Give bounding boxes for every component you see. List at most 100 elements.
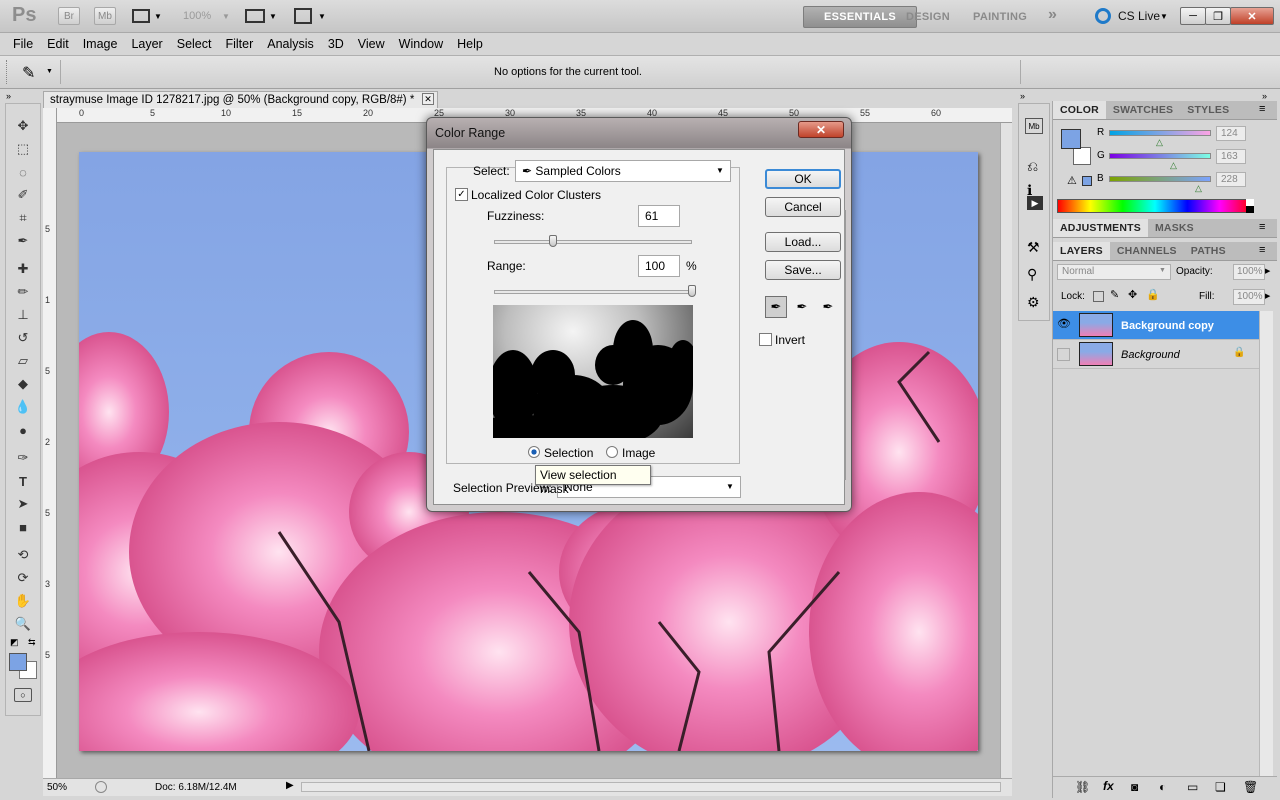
blur-tool-icon[interactable]: 💧: [11, 397, 35, 417]
new-layer-icon[interactable]: ❏: [1215, 780, 1226, 794]
eyedropper-tool-icon[interactable]: ✒: [11, 231, 35, 251]
horizontal-scrollbar[interactable]: [301, 782, 1001, 792]
status-info-icon[interactable]: [95, 781, 107, 793]
selection-radio-label[interactable]: Selection: [544, 446, 593, 460]
link-layers-icon[interactable]: ⛓: [1075, 780, 1090, 794]
opacity-field[interactable]: 100%: [1233, 264, 1265, 280]
chevron-down-icon[interactable]: ▼: [222, 12, 230, 21]
fill-field[interactable]: 100%: [1233, 289, 1265, 305]
red-slider[interactable]: [1109, 130, 1211, 136]
close-window-button[interactable]: ✕: [1230, 7, 1274, 25]
mini-bridge-button[interactable]: Mb: [94, 7, 116, 25]
path-selection-tool-icon[interactable]: ➤: [11, 494, 35, 514]
range-slider-thumb[interactable]: [688, 285, 696, 297]
menu-select[interactable]: Select: [170, 37, 219, 51]
tab-color[interactable]: COLOR: [1053, 101, 1106, 119]
adjustment-layer-icon[interactable]: ◐: [1159, 780, 1166, 794]
selection-preview-image[interactable]: [493, 305, 693, 438]
healing-brush-tool-icon[interactable]: ✚: [11, 259, 35, 279]
panel-menu-icon[interactable]: ≡: [1259, 103, 1265, 115]
select-dropdown[interactable]: ✒ Sampled Colors ▼: [515, 160, 731, 182]
dodge-tool-icon[interactable]: ●: [11, 420, 35, 440]
range-input[interactable]: 100: [638, 255, 680, 277]
visibility-box[interactable]: [1057, 348, 1070, 361]
layer-name[interactable]: Background copy: [1121, 320, 1214, 332]
fill-arrow-icon[interactable]: ▶: [1265, 292, 1270, 300]
history-brush-tool-icon[interactable]: ↺: [11, 328, 35, 348]
add-mask-icon[interactable]: ◙: [1131, 780, 1138, 794]
tab-channels[interactable]: CHANNELS: [1110, 242, 1184, 260]
foreground-color-swatch[interactable]: [9, 653, 27, 671]
tab-layers[interactable]: LAYERS: [1053, 242, 1110, 260]
clone-source-icon[interactable]: ⚲: [1027, 266, 1037, 283]
green-slider[interactable]: [1109, 153, 1211, 159]
opacity-arrow-icon[interactable]: ▶: [1265, 267, 1270, 275]
clone-stamp-tool-icon[interactable]: ⊥: [11, 305, 35, 325]
chevron-down-icon[interactable]: ▼: [154, 12, 162, 21]
status-menu-arrow-icon[interactable]: ▶: [286, 780, 294, 791]
eraser-tool-icon[interactable]: ▱: [11, 351, 35, 371]
minimize-button[interactable]: ─: [1180, 7, 1206, 25]
blend-mode-select[interactable]: Normal: [1057, 264, 1171, 280]
cancel-button[interactable]: Cancel: [765, 197, 841, 217]
close-document-icon[interactable]: ✕: [422, 93, 434, 105]
visibility-eye-icon[interactable]: 👁: [1057, 317, 1071, 330]
tab-swatches[interactable]: SWATCHES: [1106, 101, 1180, 119]
tab-paths[interactable]: PATHS: [1184, 242, 1233, 260]
chevron-down-icon[interactable]: ▼: [269, 12, 277, 21]
vertical-ruler[interactable]: 5 1 5 2 5 3 5: [43, 108, 57, 778]
eyedropper-tool-preset-icon[interactable]: ✎: [22, 63, 35, 83]
gamut-warning-icon[interactable]: ⚠: [1067, 174, 1077, 187]
add-to-sample-eyedropper-icon[interactable]: ✒: [791, 296, 813, 318]
chevron-down-icon[interactable]: ▼: [1160, 12, 1168, 21]
menu-window[interactable]: Window: [392, 37, 450, 51]
slider-thumb-icon[interactable]: △: [1156, 137, 1163, 148]
delete-layer-icon[interactable]: 🗑: [1243, 780, 1258, 794]
menu-image[interactable]: Image: [76, 37, 125, 51]
chevron-down-icon[interactable]: ▼: [1159, 267, 1166, 274]
menu-layer[interactable]: Layer: [124, 37, 169, 51]
mini-bridge-icon[interactable]: Mb: [1025, 118, 1043, 134]
ok-button[interactable]: OK: [765, 169, 841, 189]
pen-tool-icon[interactable]: ✑: [11, 448, 35, 468]
subtract-from-sample-eyedropper-icon[interactable]: ✒: [817, 296, 839, 318]
selection-radio[interactable]: [528, 446, 540, 458]
rectangle-tool-icon[interactable]: ■: [11, 517, 35, 537]
brush-presets-icon[interactable]: ⚒: [1027, 239, 1040, 256]
menu-3d[interactable]: 3D: [321, 37, 351, 51]
brush-tool-icon[interactable]: ✏: [11, 282, 35, 302]
menu-help[interactable]: Help: [450, 37, 490, 51]
workspace-design[interactable]: DESIGN: [898, 6, 958, 28]
color-ramp[interactable]: [1057, 199, 1253, 213]
bridge-button[interactable]: Br: [58, 7, 80, 25]
options-grip[interactable]: [6, 60, 9, 84]
dock-expand-icon[interactable]: »: [1020, 91, 1025, 101]
image-radio-label[interactable]: Image: [622, 446, 655, 460]
background-color-swatch[interactable]: [1073, 147, 1091, 165]
move-tool-icon[interactable]: ✥: [11, 116, 35, 136]
layer-style-icon[interactable]: fx: [1103, 779, 1114, 793]
load-button[interactable]: Load...: [765, 232, 841, 252]
lock-transparency-icon[interactable]: [1093, 291, 1104, 302]
vertical-scrollbar[interactable]: [1000, 123, 1012, 778]
arrange-documents-icon[interactable]: [245, 9, 265, 23]
quick-selection-tool-icon[interactable]: ✐: [11, 185, 35, 205]
localized-clusters-checkbox[interactable]: ✓: [455, 188, 468, 201]
type-tool-icon[interactable]: T: [11, 471, 35, 491]
range-slider[interactable]: [494, 290, 692, 294]
color-ramp-bw[interactable]: [1246, 199, 1254, 213]
foreground-color-swatch[interactable]: [1061, 129, 1081, 149]
fuzziness-slider-thumb[interactable]: [549, 235, 558, 247]
web-safe-swatch[interactable]: [1082, 176, 1092, 186]
invert-label[interactable]: Invert: [775, 333, 805, 347]
blue-slider[interactable]: [1109, 176, 1211, 182]
view-extras-icon[interactable]: [132, 9, 150, 23]
menu-filter[interactable]: Filter: [218, 37, 260, 51]
lock-all-icon[interactable]: 🔒: [1146, 288, 1160, 301]
zoom-level[interactable]: 100%: [183, 10, 211, 22]
tab-styles[interactable]: STYLES: [1180, 101, 1236, 119]
green-value[interactable]: 163: [1216, 149, 1246, 164]
blue-value[interactable]: 228: [1216, 172, 1246, 187]
slider-thumb-icon[interactable]: △: [1195, 183, 1202, 194]
invert-checkbox[interactable]: [759, 333, 772, 346]
